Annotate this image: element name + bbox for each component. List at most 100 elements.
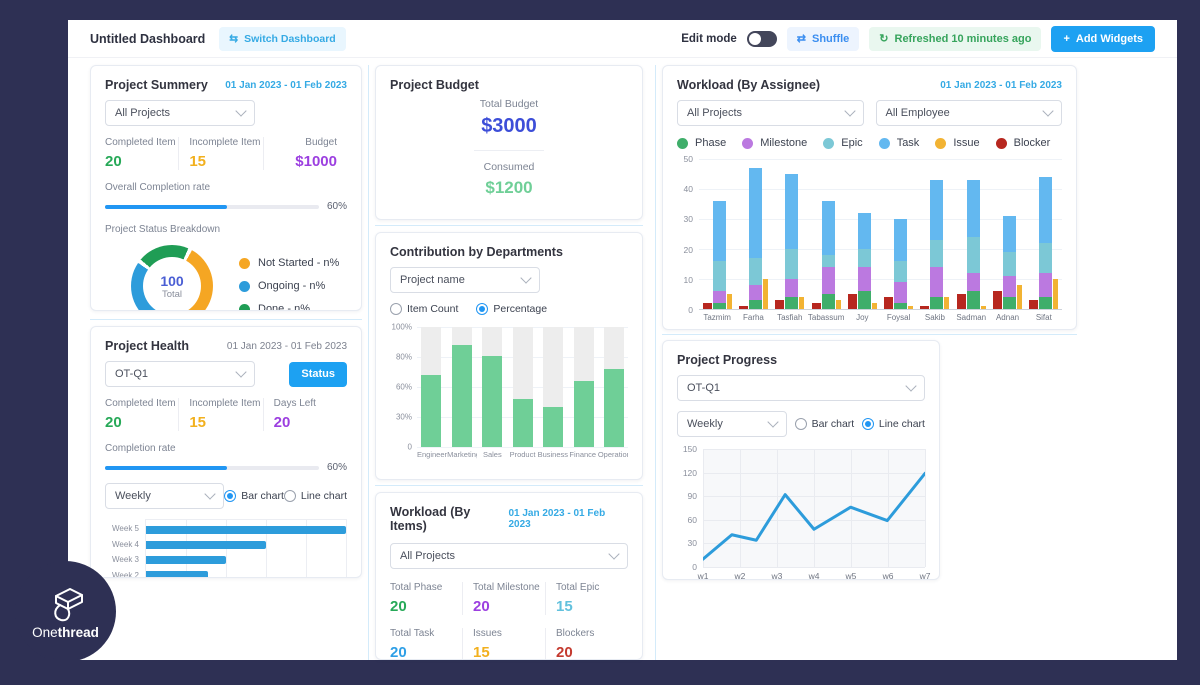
line-chart-radio[interactable]: Line chart — [284, 490, 347, 502]
gridline — [417, 447, 628, 448]
stat-total-task: Total Task 20 — [390, 628, 462, 660]
legend-item: Blocker — [996, 137, 1051, 149]
y-axis-label: 30 — [684, 214, 693, 224]
legend-item: Issue — [935, 137, 979, 149]
stack-segment-epic — [822, 255, 835, 267]
workload-items-card: Workload (By Items) 01 Jan 2023 - 01 Feb… — [375, 492, 643, 660]
bar — [146, 526, 346, 534]
bar — [513, 399, 533, 447]
legend-item: Epic — [823, 137, 862, 149]
completion-rate-label: Overall Completion rate — [105, 182, 347, 193]
legend-label: Blocker — [1014, 137, 1051, 149]
period-filter-dropdown[interactable]: Weekly — [677, 411, 787, 437]
assignee-bar-group — [1029, 159, 1058, 309]
status-button[interactable]: Status — [289, 362, 347, 387]
stack-segment-phase — [713, 303, 726, 309]
item-count-radio[interactable]: Item Count — [390, 303, 458, 315]
bar-track — [421, 327, 441, 447]
stack-segment-milestone — [858, 267, 871, 291]
switch-dashboard-label: Switch Dashboard — [244, 33, 336, 45]
bar — [543, 407, 563, 447]
stacked-bar — [749, 159, 762, 309]
chevron-down-icon — [608, 548, 619, 559]
weekly-bar-chart: Week 5Week 4Week 3Week 2Week 1 — [105, 519, 347, 578]
stack-segment-milestone — [749, 285, 762, 300]
stat-total-epic: Total Epic 15 — [545, 582, 628, 615]
radio-label: Percentage — [493, 303, 547, 315]
bar-chart-radio[interactable]: Bar chart — [795, 418, 855, 430]
stack-segment-task — [1039, 177, 1052, 243]
progress-percent: 60% — [327, 462, 347, 473]
stack-segment-task — [785, 174, 798, 249]
plus-icon: + — [1063, 33, 1069, 45]
grid-guide — [368, 65, 369, 660]
x-axis-label: w1 — [698, 571, 709, 580]
project-filter-dropdown[interactable]: All Projects — [390, 543, 628, 569]
bar-track — [543, 327, 563, 447]
total-budget-value: $3000 — [481, 115, 537, 138]
stack-segment-phase — [858, 291, 871, 309]
line-chart-radio[interactable]: Line chart — [862, 418, 925, 430]
dropdown-value: All Projects — [115, 107, 170, 119]
project-progress-card: Project Progress OT-Q1 Weekly Bar chart … — [662, 340, 940, 580]
onethread-logo: Onethread — [17, 563, 114, 660]
stat-value: 20 — [556, 644, 618, 660]
project-filter-dropdown[interactable]: OT-Q1 — [105, 361, 255, 387]
stack-segment-milestone — [1003, 276, 1016, 297]
period-filter-dropdown[interactable]: Weekly — [105, 483, 224, 509]
stat-label: Completed Item — [105, 398, 168, 409]
issue-bar — [944, 297, 949, 309]
stack-segment-phase — [894, 303, 907, 309]
stacked-bar — [785, 159, 798, 309]
stack-segment-task — [1003, 216, 1016, 252]
stat-value: 20 — [274, 414, 337, 431]
project-filter-dropdown[interactable]: All Projects — [105, 100, 255, 126]
workload-items-title: Workload (By Items) — [390, 505, 508, 533]
bar-chart-radio[interactable]: Bar chart — [224, 490, 284, 502]
status-donut-chart: 100 Total — [131, 245, 213, 311]
radio-icon — [795, 418, 807, 430]
project-filter-dropdown[interactable]: All Projects — [677, 100, 864, 126]
switch-dashboard-button[interactable]: ⇆ Switch Dashboard — [219, 27, 345, 51]
legend-label: Epic — [841, 137, 862, 149]
stat-label: Total Task — [390, 628, 452, 639]
gridline — [925, 449, 926, 567]
switch-icon: ⇆ — [229, 33, 238, 45]
donut-legend: Not Started - n%Ongoing - n%Done - n% — [239, 257, 339, 311]
y-axis-label: 120 — [683, 468, 697, 478]
x-axis-label: Adnan — [989, 313, 1025, 322]
bar — [146, 556, 226, 564]
project-filter-dropdown[interactable]: OT-Q1 — [677, 375, 925, 401]
chevron-down-icon — [844, 105, 855, 116]
project-name-dropdown[interactable]: Project name — [390, 267, 540, 293]
assignee-bar-group — [957, 159, 986, 309]
add-widgets-label: Add Widgets — [1076, 33, 1143, 45]
x-axis-labels: w1w2w3w4w5w6w7 — [703, 571, 925, 580]
bar-row — [146, 571, 346, 578]
stat-label: Incomplete Item — [189, 398, 252, 409]
stack-segment-milestone — [785, 279, 798, 297]
issue-bar — [1053, 279, 1058, 309]
assignee-stacked-chart: 50403020100 — [677, 159, 1062, 310]
shuffle-button[interactable]: ⇄ Shuffle — [787, 27, 860, 51]
bar — [574, 381, 594, 447]
stat-label: Total Milestone — [473, 582, 535, 593]
x-axis-label: Product — [507, 450, 537, 459]
radio-label: Line chart — [879, 418, 925, 430]
radio-icon — [284, 490, 296, 502]
employee-filter-dropdown[interactable]: All Employee — [876, 100, 1063, 126]
donut-center: 100 Total — [143, 257, 201, 311]
stat-value: 15 — [189, 414, 252, 431]
bar-row — [146, 526, 346, 534]
y-axis-label: 0 — [408, 443, 412, 452]
percentage-radio[interactable]: Percentage — [476, 303, 547, 315]
stat-label: Budget — [274, 137, 337, 148]
contribution-title: Contribution by Departments — [390, 245, 563, 259]
stack-segment-milestone — [713, 291, 726, 303]
refreshed-button[interactable]: ↻ Refreshed 10 minutes ago — [869, 27, 1041, 51]
stack-segment-epic — [858, 249, 871, 267]
stat-completed: Completed Item 20 — [105, 137, 178, 170]
edit-mode-toggle[interactable] — [747, 31, 777, 47]
add-widgets-button[interactable]: + Add Widgets — [1051, 26, 1155, 52]
stat-completed: Completed Item 20 — [105, 398, 178, 431]
